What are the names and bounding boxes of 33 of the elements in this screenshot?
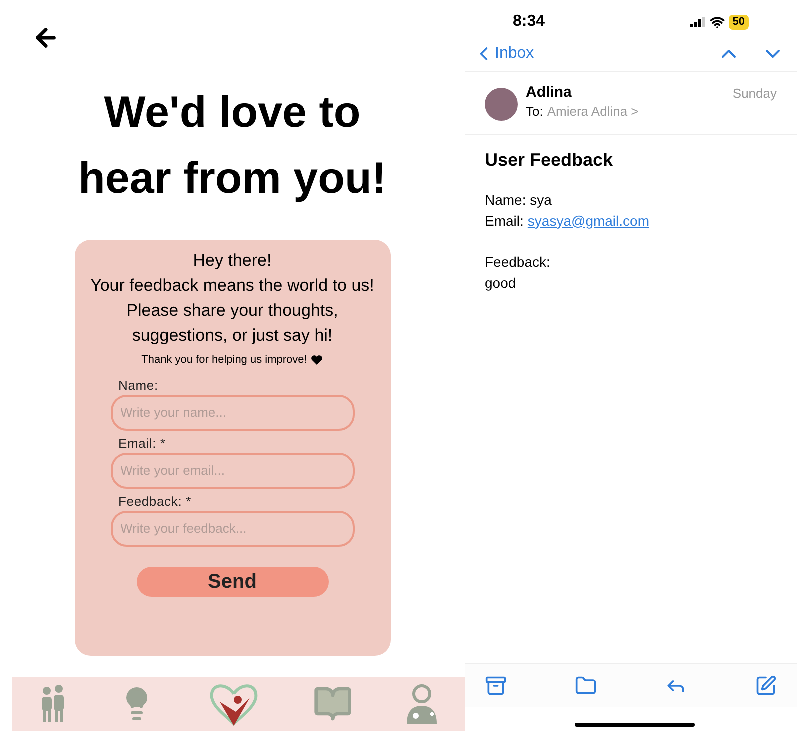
feedback-text: good <box>485 274 518 293</box>
to-label: To: <box>526 103 544 121</box>
field-label: Email: * <box>118 434 167 452</box>
input-field[interactable]: Write your feedback... <box>110 510 354 546</box>
send-button[interactable]: Send <box>136 566 328 596</box>
heart-icon <box>311 354 324 366</box>
intro-text: Hey there! <box>193 250 272 272</box>
status-time: 8:34 <box>513 12 546 32</box>
input-field[interactable]: Write your name... <box>110 394 354 430</box>
field-label: Name: <box>118 376 160 394</box>
field-label: Feedback: * <box>118 492 192 510</box>
sender-name: Adlina <box>526 84 573 102</box>
name-line: Name: sya <box>485 190 553 210</box>
intro-text: Please share your thoughts, <box>126 300 338 322</box>
input-field[interactable]: Write your email... <box>110 452 354 488</box>
thanks-text: Thank you for helping us improve! <box>142 353 308 368</box>
wifi-icon <box>710 14 725 30</box>
inbox-back-button[interactable]: Inbox <box>473 42 534 66</box>
intro-text: suggestions, or just say hi! <box>132 325 333 347</box>
feedback-label: Feedback: <box>485 252 552 272</box>
signal-icon <box>690 17 706 27</box>
recipient-name[interactable]: Amiera Adlina > <box>547 102 639 122</box>
folder-icon[interactable] <box>575 674 597 696</box>
page-title: hear from you! <box>78 153 387 205</box>
compose-icon[interactable] <box>755 674 777 696</box>
archive-icon[interactable] <box>485 674 507 696</box>
intro-text: Your feedback means the world to us! <box>90 275 374 297</box>
message-date: Sunday <box>732 85 777 103</box>
page-title: We'd love to <box>104 87 361 139</box>
battery-level: 50 <box>728 14 749 30</box>
email-label: Email: <box>485 212 524 230</box>
email-link[interactable]: syasya@gmail.com <box>528 210 650 232</box>
email-subject: User Feedback <box>485 148 614 172</box>
